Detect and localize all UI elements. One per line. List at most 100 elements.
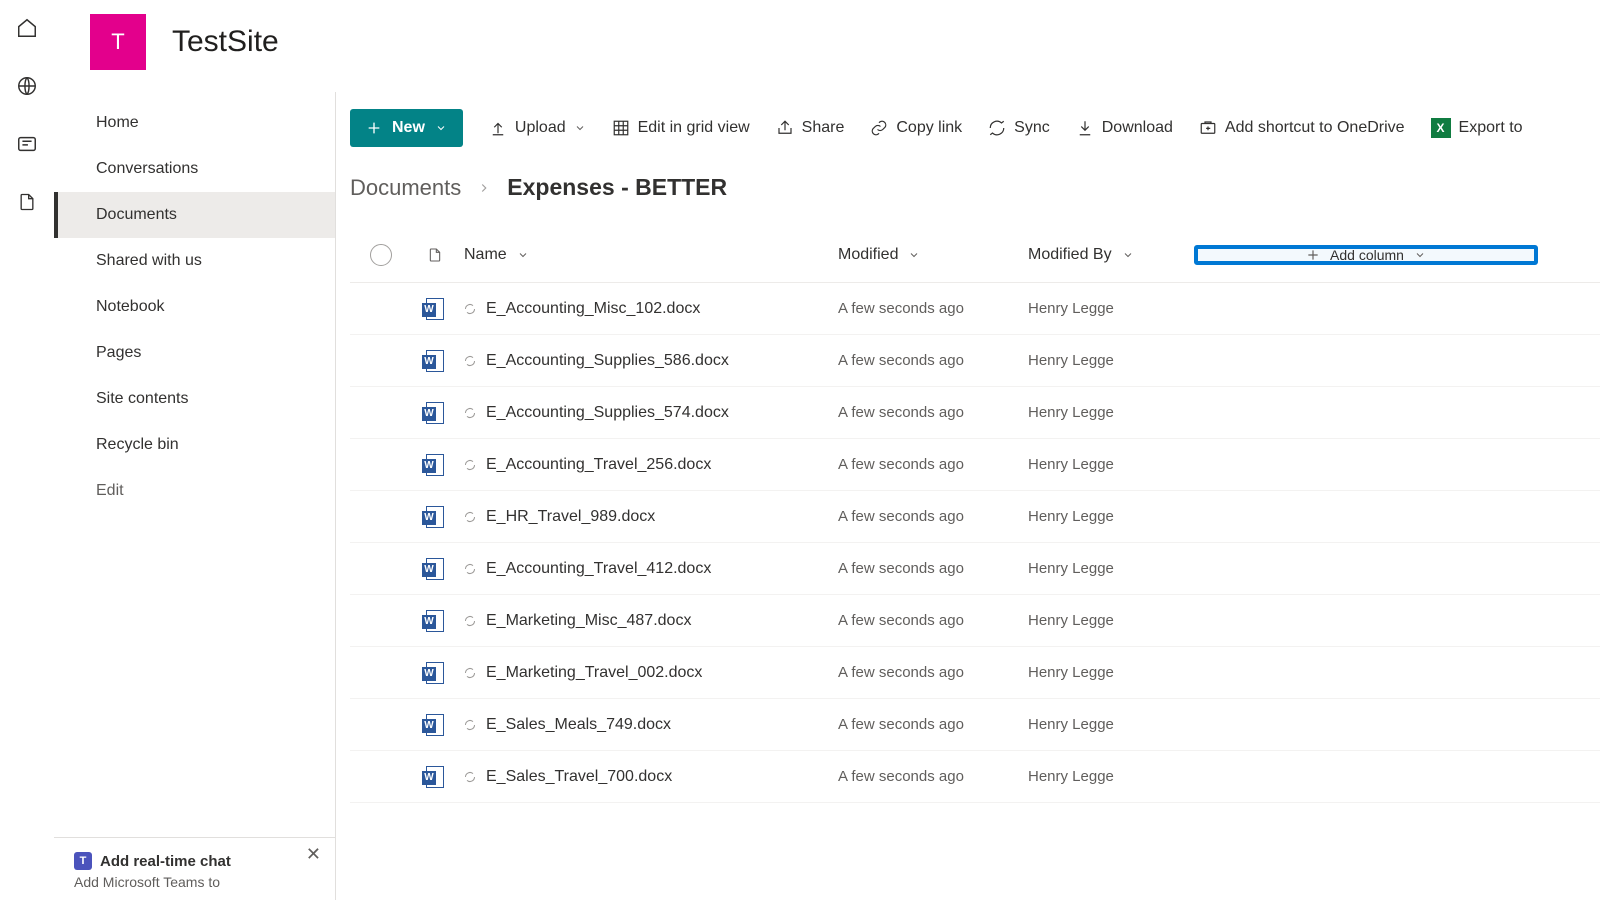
download-button[interactable]: Download [1076,119,1173,137]
export-button[interactable]: Export to [1431,118,1523,138]
sync-indicator-icon [464,771,476,783]
file-name: E_Marketing_Misc_487.docx [486,612,691,630]
word-doc-icon [426,506,444,528]
app-rail [0,0,54,900]
file-modified-by: Henry Legge [1028,716,1198,733]
table-row[interactable]: E_Marketing_Misc_487.docx A few seconds a… [350,595,1600,647]
site-logo[interactable]: T [90,14,146,70]
nav-item-notebook[interactable]: Notebook [54,284,335,330]
file-modified: A few seconds ago [838,716,1028,733]
share-label: Share [802,119,845,137]
file-name: E_Accounting_Supplies_586.docx [486,352,729,370]
globe-icon[interactable] [15,74,39,98]
excel-icon [1431,118,1451,138]
file-name: E_HR_Travel_989.docx [486,508,655,526]
close-icon[interactable]: ✕ [306,844,321,865]
word-doc-icon [426,298,444,320]
table-row[interactable]: E_Accounting_Supplies_574.docx A few seco… [350,387,1600,439]
main-content: New Upload Edit in grid view Share Copy … [336,92,1600,900]
word-doc-icon [426,714,444,736]
new-button-label: New [392,119,425,137]
site-title[interactable]: TestSite [172,25,279,59]
file-modified-by: Henry Legge [1028,664,1198,681]
site-header: T TestSite [90,14,279,70]
col-modified-label: Modified [838,246,898,264]
sync-indicator-icon [464,407,476,419]
file-modified: A few seconds ago [838,404,1028,421]
table-row[interactable]: E_Sales_Meals_749.docx A few seconds agoH… [350,699,1600,751]
col-name-label: Name [464,246,507,264]
shortcut-label: Add shortcut to OneDrive [1225,119,1405,137]
col-header-name[interactable]: Name [464,246,529,264]
file-name: E_Sales_Travel_700.docx [486,768,672,786]
nav-item-conversations[interactable]: Conversations [54,146,335,192]
col-header-modified[interactable]: Modified [838,246,920,264]
plus-icon [1306,248,1320,262]
file-modified: A few seconds ago [838,664,1028,681]
shortcut-button[interactable]: Add shortcut to OneDrive [1199,119,1405,137]
nav-item-home[interactable]: Home [54,100,335,146]
breadcrumb-root[interactable]: Documents [350,175,461,201]
file-name: E_Sales_Meals_749.docx [486,716,671,734]
sync-label: Sync [1014,119,1050,137]
edit-grid-button[interactable]: Edit in grid view [612,119,750,137]
file-modified-by: Henry Legge [1028,560,1198,577]
teams-icon [74,852,92,870]
download-label: Download [1102,119,1173,137]
news-icon[interactable] [15,132,39,156]
file-modified: A few seconds ago [838,612,1028,629]
breadcrumb: Documents Expenses - BETTER [350,174,1600,201]
word-doc-icon [426,558,444,580]
teams-card-desc: Add Microsoft Teams to [74,874,315,890]
column-headers: Name Modified Modified By Add [350,227,1600,283]
table-row[interactable]: E_HR_Travel_989.docx A few seconds agoHen… [350,491,1600,543]
file-type-icon [427,245,443,265]
chevron-right-icon [477,175,491,201]
file-name: E_Accounting_Travel_412.docx [486,560,711,578]
file-modified-by: Henry Legge [1028,404,1198,421]
nav-edit[interactable]: Edit [54,468,335,514]
table-row[interactable]: E_Accounting_Supplies_586.docx A few seco… [350,335,1600,387]
file-modified-by: Henry Legge [1028,508,1198,525]
file-modified-by: Henry Legge [1028,456,1198,473]
command-bar: New Upload Edit in grid view Share Copy … [350,104,1600,152]
add-column-button[interactable]: Add column [1194,245,1538,265]
new-button[interactable]: New [350,109,463,147]
table-row[interactable]: E_Accounting_Misc_102.docxA few seconds … [350,283,1600,335]
col-modifiedby-label: Modified By [1028,246,1112,264]
word-doc-icon [426,610,444,632]
file-modified-by: Henry Legge [1028,612,1198,629]
file-modified-by: Henry Legge [1028,352,1198,369]
add-column-label: Add column [1330,247,1404,263]
teams-card-title: Add real-time chat [100,853,231,870]
nav-item-shared-with-us[interactable]: Shared with us [54,238,335,284]
table-row[interactable]: E_Accounting_Travel_412.docx A few second… [350,543,1600,595]
share-button[interactable]: Share [776,119,845,137]
edit-grid-label: Edit in grid view [638,119,750,137]
nav-item-pages[interactable]: Pages [54,330,335,376]
nav-item-documents[interactable]: Documents [54,192,335,238]
table-row[interactable]: E_Accounting_Travel_256.docxA few second… [350,439,1600,491]
nav-item-site-contents[interactable]: Site contents [54,376,335,422]
file-modified: A few seconds ago [838,560,1028,577]
col-header-modified-by[interactable]: Modified By [1028,246,1134,264]
file-modified-by: Henry Legge [1028,768,1198,785]
file-name: E_Accounting_Supplies_574.docx [486,404,729,422]
export-label: Export to [1459,119,1523,137]
document-list: Name Modified Modified By Add [350,227,1600,803]
copy-link-button[interactable]: Copy link [870,119,962,137]
table-row[interactable]: E_Sales_Travel_700.docxA few seconds ago… [350,751,1600,803]
home-icon[interactable] [15,16,39,40]
sync-button[interactable]: Sync [988,119,1050,137]
file-icon[interactable] [15,190,39,214]
file-name: E_Accounting_Travel_256.docx [486,456,711,474]
table-row[interactable]: E_Marketing_Travel_002.docxA few seconds… [350,647,1600,699]
nav-item-recycle-bin[interactable]: Recycle bin [54,422,335,468]
upload-button[interactable]: Upload [489,119,586,137]
select-all-toggle[interactable] [370,244,392,266]
file-modified: A few seconds ago [838,352,1028,369]
sync-indicator-icon [464,303,476,315]
sync-indicator-icon [464,563,476,575]
sync-indicator-icon [464,511,476,523]
file-modified: A few seconds ago [838,508,1028,525]
